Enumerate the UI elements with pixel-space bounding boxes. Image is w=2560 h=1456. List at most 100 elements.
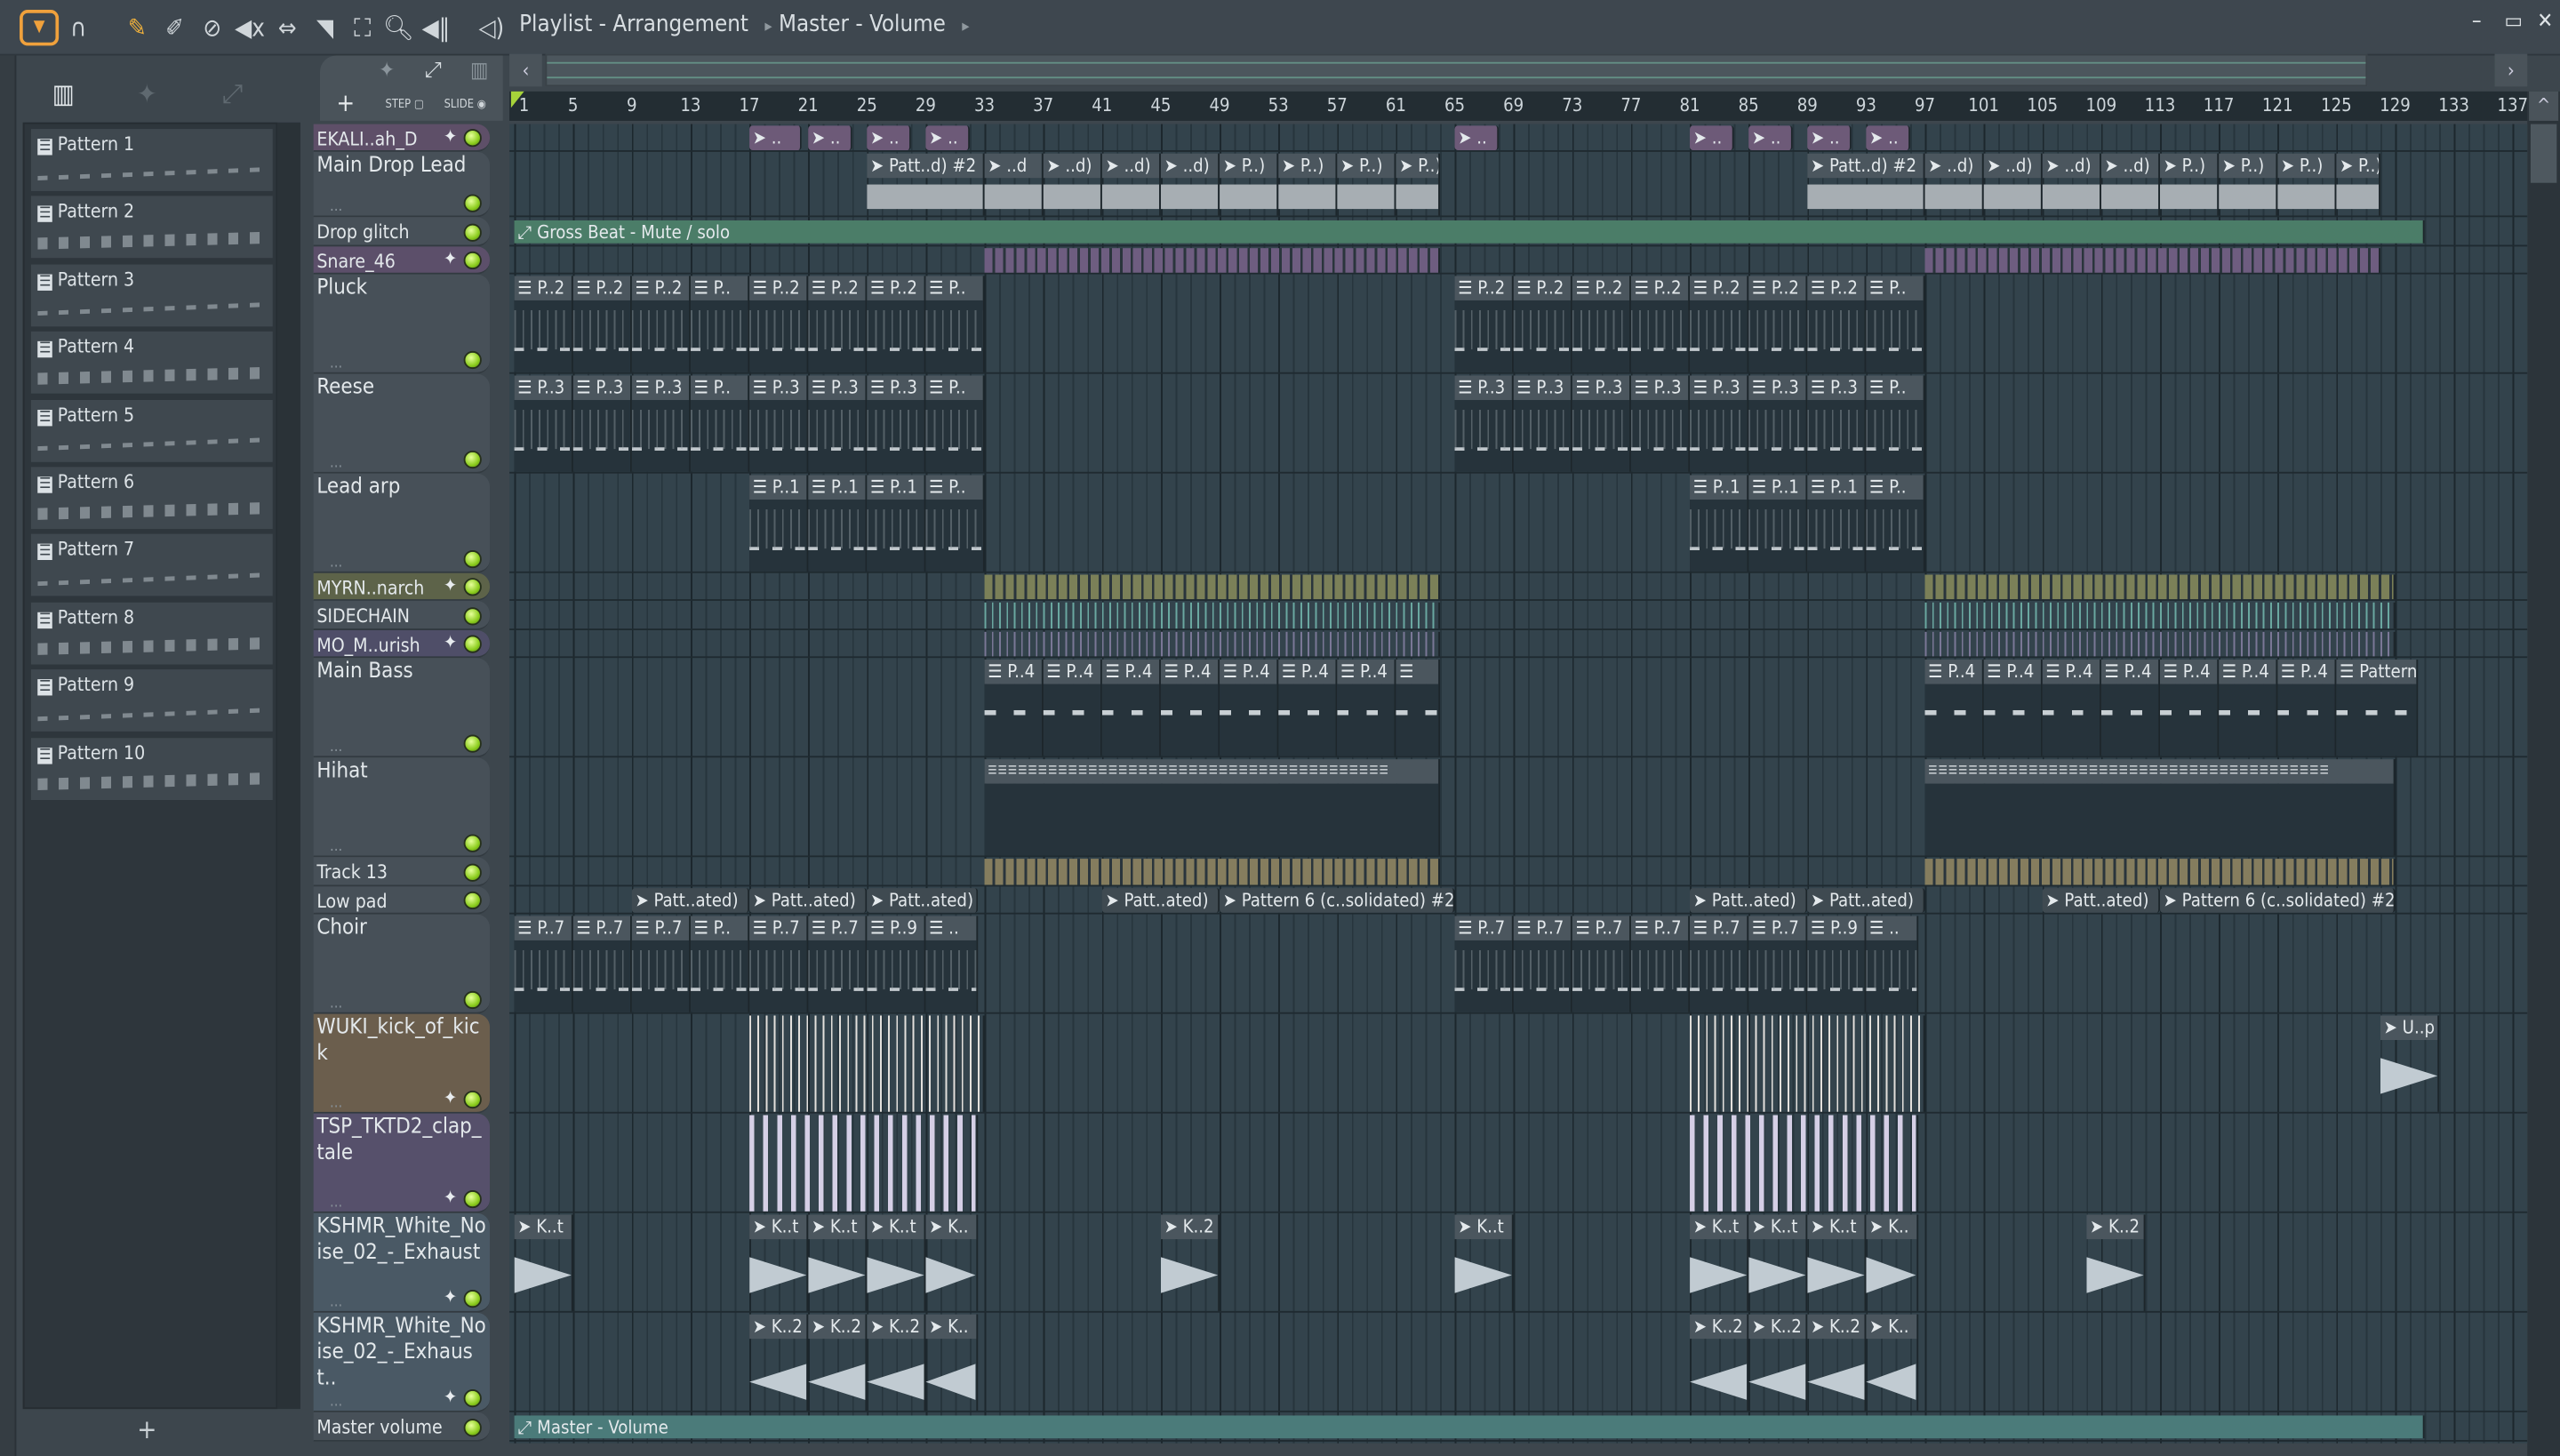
track-lane[interactable]: ➤ K..t ➤ K..t ➤ K..t ➤ K..t ➤ K.. ➤ K..2 ➤ K..…: [509, 1213, 2528, 1313]
track-options-dots[interactable]: ...: [330, 455, 342, 471]
waveform-icon[interactable]: ✦: [137, 78, 156, 109]
playlist-clip[interactable]: ➤ P..): [2336, 153, 2380, 216]
playlist-clip[interactable]: ☰ P..7: [514, 916, 573, 1012]
playlist-clip[interactable]: ➤ Patt..d) #2: [867, 153, 985, 216]
playlist-clip[interactable]: ➤ Patt..d) #2: [1807, 153, 1925, 216]
playlist-clip[interactable]: ➤ K..2: [867, 1314, 926, 1411]
track-header[interactable]: WUKI_kick_of_kick ✦...: [313, 1013, 491, 1114]
playlist-clip[interactable]: ☰ P..3: [808, 375, 868, 472]
playlist-clip[interactable]: [1924, 859, 2396, 885]
playlist-clip[interactable]: ⤢ Master - Volume: [514, 1415, 2425, 1439]
playlist-clip[interactable]: ☰ P..2: [1807, 276, 1867, 372]
playlist-clip[interactable]: ☰ P..4: [1101, 660, 1161, 756]
pattern-item[interactable]: Pattern 4: [30, 332, 273, 394]
playlist-clip[interactable]: ➤ K..2: [1807, 1314, 1867, 1411]
playlist-clip[interactable]: ☰ P..: [690, 375, 750, 472]
track-mute-led[interactable]: [463, 251, 482, 270]
picker-scrollbar[interactable]: [277, 122, 300, 1410]
playlist-clip[interactable]: ☰ P..4: [1337, 660, 1396, 756]
playlist-clip[interactable]: ☰ P..7: [1454, 916, 1514, 1012]
playlist-clip[interactable]: ➤ Patt..ated): [631, 888, 750, 913]
playlist-clip[interactable]: ➤ ..: [925, 125, 971, 150]
playlist-clip[interactable]: ☰ P..4: [1220, 660, 1279, 756]
playlist-clip[interactable]: ☰ P..9: [1807, 916, 1867, 1012]
delete-icon[interactable]: ⊘: [196, 12, 228, 44]
track-mute-led[interactable]: [463, 223, 482, 242]
track-options-dots[interactable]: ...: [330, 839, 342, 855]
track-mute-led[interactable]: [463, 1290, 482, 1308]
track-header[interactable]: Track 13: [313, 857, 491, 887]
playlist-clip[interactable]: ☰ P..: [925, 375, 985, 472]
close-button[interactable]: ✕: [2537, 10, 2553, 35]
track-header[interactable]: MYRN..narch ✦: [313, 572, 491, 601]
playlist-clip[interactable]: ☰ P..2: [749, 276, 809, 372]
playlist-clip[interactable]: ☰ P..4: [2042, 660, 2101, 756]
track-options-dots[interactable]: ...: [330, 555, 342, 571]
track-lane[interactable]: ➤ .. ➤ .. ➤ .. ➤ .. ➤ .. ➤ .. ➤ .. ➤ .. ➤ ..: [509, 124, 2528, 152]
playlist-clip[interactable]: ➤ K..t: [808, 1214, 868, 1311]
playlist-clip[interactable]: ☰ P..2: [572, 276, 632, 372]
playlist-clip[interactable]: ☰ P..3: [1807, 375, 1867, 472]
track-header[interactable]: Choir...: [313, 914, 491, 1014]
playlist-clip[interactable]: ☰ P..7: [1513, 916, 1572, 1012]
playlist-clip[interactable]: ➤ ..d): [2100, 153, 2161, 216]
playlist-clip[interactable]: ➤ ..: [1748, 125, 1793, 150]
playlist-clip[interactable]: [984, 859, 1441, 885]
playlist-clip[interactable]: ☰ P..2: [808, 276, 868, 372]
playlist-clip[interactable]: ☰ P..: [1866, 475, 1925, 572]
playlist-clip[interactable]: ➤ Patt..ated): [1807, 888, 1925, 913]
track-mute-led[interactable]: [463, 734, 482, 753]
playlist-clip[interactable]: ☰ ..: [1866, 916, 1918, 1012]
playlist-clip[interactable]: ☰ P..: [690, 276, 750, 372]
maximize-button[interactable]: ▭: [2505, 10, 2523, 35]
playlist-clip[interactable]: ☰ P..3: [749, 375, 809, 472]
playlist-clip[interactable]: ➤ K..t: [1454, 1214, 1514, 1311]
overview-scroll-right[interactable]: ›: [2494, 53, 2528, 87]
track-lane[interactable]: ⤢ Master - Volume: [509, 1412, 2528, 1442]
playlist-clip[interactable]: ➤ ..: [749, 125, 801, 150]
track-mute-led[interactable]: [463, 834, 482, 852]
playlist-clip[interactable]: ➤ Pattern 6 (c..solidated) #2: [2160, 888, 2396, 913]
playlist-clip[interactable]: ☰ P..3: [1690, 375, 1749, 472]
playlist-clip[interactable]: ☰ P..1: [808, 475, 868, 572]
track-header[interactable]: Pluck...: [313, 274, 491, 374]
playlist-clip[interactable]: ☰☰☰☰☰☰☰☰☰☰☰☰☰☰☰☰☰☰☰☰☰☰☰☰☰☰☰☰☰☰☰☰☰☰☰☰☰☰☰☰: [984, 759, 1441, 856]
playlist-clip[interactable]: ⤢ Gross Beat - Mute / solo: [514, 220, 2425, 244]
playlist-clip[interactable]: ☰ P..: [925, 276, 985, 372]
track-lane[interactable]: ☰ P..2 ☰ P..2 ☰ P..2 ☰ P.. ☰ P..2 ☰ P..2 ☰ P..…: [509, 275, 2528, 374]
playlist-grid[interactable]: ➤ .. ➤ .. ➤ .. ➤ .. ➤ .. ➤ .. ➤ .. ➤ .. ➤ .. ➤ Pa…: [509, 124, 2528, 1444]
playlist-clip[interactable]: ➤ U..p: [2380, 1015, 2440, 1112]
timeline-ruler[interactable]: 1 5 9 13 17 21 25 29 33 37 41 45 49 53 57 61 65 69 73 77 81 8…: [509, 91, 2528, 121]
playlist-clip[interactable]: ☰ P..1: [749, 475, 809, 572]
playlist-clip[interactable]: [1924, 574, 2396, 600]
playlist-clip[interactable]: ☰ P..2: [631, 276, 691, 372]
track-header[interactable]: KSHMR_White_Noise_02_-_Exhaust.. ✦...: [313, 1312, 491, 1412]
track-header[interactable]: EKALI..ah_D ✦: [313, 124, 491, 152]
playlist-clip[interactable]: [1690, 1115, 1918, 1212]
playlist-clip[interactable]: [1924, 602, 2396, 629]
playlist-clip[interactable]: ➤ ..d): [1983, 153, 2043, 216]
title-target[interactable]: Master - Volume: [779, 12, 946, 37]
track-header[interactable]: Master volume: [313, 1412, 491, 1442]
playlist-clip[interactable]: ➤ K..t: [749, 1214, 809, 1311]
paint-icon[interactable]: ✐: [158, 12, 191, 44]
piano-icon[interactable]: ▥: [52, 78, 75, 109]
playlist-clip[interactable]: ➤ K..t: [1748, 1214, 1808, 1311]
track-mute-led[interactable]: [463, 350, 482, 370]
playlist-clip[interactable]: [984, 574, 1441, 600]
track-mute-led[interactable]: [463, 635, 482, 653]
playlist-clip[interactable]: ➤ P..): [1337, 153, 1396, 216]
add-track-button[interactable]: +: [336, 88, 355, 117]
playlist-clip[interactable]: ☰ P..2: [514, 276, 573, 372]
track-header[interactable]: Main Drop Lead...: [313, 151, 491, 218]
playlist-clip[interactable]: ➤ Patt..ated): [749, 888, 868, 913]
pattern-item[interactable]: Pattern 5: [30, 399, 273, 462]
track-mute-led[interactable]: [463, 450, 482, 469]
vertical-scrollbar[interactable]: [2527, 91, 2560, 1456]
track-options-dots[interactable]: ...: [330, 356, 342, 372]
scroll-up-button[interactable]: ^: [2529, 91, 2559, 121]
track-mute-led[interactable]: [463, 863, 482, 882]
playlist-clip[interactable]: ➤ ..: [1454, 125, 1500, 150]
playlist-clip[interactable]: ☰ P..7: [1748, 916, 1808, 1012]
playlist-clip[interactable]: ➤ ..: [808, 125, 852, 150]
